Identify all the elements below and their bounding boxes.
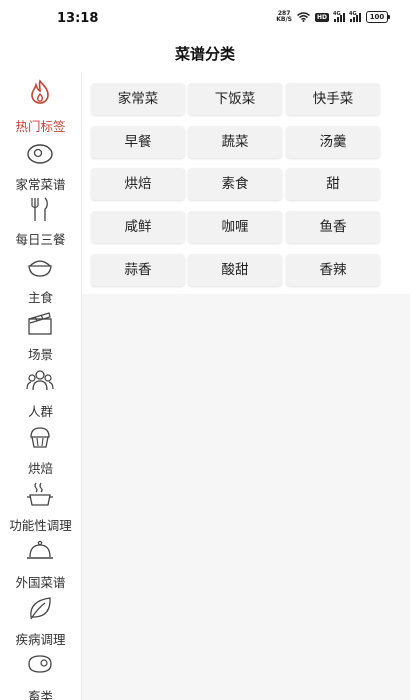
- tag-button[interactable]: 香辣: [286, 254, 380, 286]
- tag-button[interactable]: 快手菜: [286, 83, 380, 115]
- sidebar-item-label: 热门标签: [15, 119, 66, 134]
- sidebar-item-scene[interactable]: 场景: [0, 305, 81, 362]
- wifi-icon: [297, 12, 310, 22]
- sidebar-item-label: 每日三餐: [15, 232, 66, 247]
- tag-button[interactable]: 酸甜: [188, 254, 282, 286]
- page-title: 菜谱分类: [174, 45, 235, 63]
- status-bar: 13:18 287 KB/S HD 4G 4G 100: [0, 0, 410, 36]
- category-sidebar[interactable]: 热门标签 家常菜谱 每日三餐 主食 场景 人群 烘焙 功能性调理 外国菜谱 疾病…: [0, 72, 82, 700]
- tag-panel: 家常菜 下饭菜 快手菜 早餐 蔬菜 汤羹 烘焙 素食 甜 咸鲜 咖喱 鱼香 蒜香…: [82, 72, 410, 294]
- sidebar-item-label: 畜类: [27, 689, 53, 700]
- flame-icon: [26, 78, 54, 106]
- tag-button[interactable]: 烘焙: [91, 168, 185, 200]
- status-icons: 287 KB/S HD 4G 4G 100: [276, 10, 390, 23]
- status-time: 13:18: [57, 11, 99, 26]
- tag-button[interactable]: 蔬菜: [188, 126, 282, 158]
- tag-button[interactable]: 咸鲜: [91, 211, 185, 243]
- tag-button[interactable]: 早餐: [91, 126, 185, 158]
- sidebar-item-staple[interactable]: 主食: [0, 248, 81, 305]
- cutlery-icon: [26, 195, 54, 223]
- rice-bowl-icon: [26, 252, 54, 280]
- signal-1-label: 4G: [333, 10, 341, 17]
- sidebar-item-label: 外国菜谱: [15, 575, 66, 590]
- signal-icon: 4G: [333, 10, 345, 22]
- sidebar-item-three-meals[interactable]: 每日三餐: [0, 191, 81, 248]
- sidebar-item-label: 功能性调理: [9, 518, 72, 533]
- tag-button[interactable]: 鱼香: [286, 211, 380, 243]
- sidebar-item-label: 人群: [27, 404, 53, 419]
- tag-content-area: 家常菜 下饭菜 快手菜 早餐 蔬菜 汤羹 烘焙 素食 甜 咸鲜 咖喱 鱼香 蒜香…: [82, 72, 410, 700]
- sidebar-item-label: 疾病调理: [15, 632, 66, 647]
- tag-button[interactable]: 蒜香: [91, 254, 185, 286]
- sidebar-item-disease[interactable]: 疾病调理: [0, 590, 81, 647]
- sidebar-item-livestock[interactable]: 畜类: [0, 647, 81, 700]
- battery-level: 100: [369, 13, 385, 21]
- clapperboard-icon: [26, 309, 54, 337]
- signal-icon-2: 4G: [349, 10, 361, 22]
- sidebar-item-label: 主食: [27, 290, 53, 305]
- sidebar-item-foreign[interactable]: 外国菜谱: [0, 533, 81, 590]
- sidebar-item-label: 烘焙: [27, 461, 53, 476]
- battery-icon: 100: [366, 11, 390, 23]
- hd-badge: HD: [314, 12, 329, 22]
- sidebar-item-people[interactable]: 人群: [0, 362, 81, 419]
- sidebar-item-label: 场景: [27, 347, 53, 362]
- leaf-icon: [26, 594, 54, 622]
- tag-button[interactable]: 汤羹: [286, 126, 380, 158]
- steaming-pot-icon: [26, 480, 54, 508]
- tag-button[interactable]: 甜: [286, 168, 380, 200]
- sidebar-item-baking[interactable]: 烘焙: [0, 419, 81, 476]
- sidebar-item-home-recipes[interactable]: 家常菜谱: [0, 134, 81, 192]
- tag-button[interactable]: 素食: [188, 168, 282, 200]
- egg-plate-icon: [26, 139, 54, 167]
- people-icon: [26, 366, 54, 394]
- tag-button[interactable]: 下饭菜: [188, 83, 282, 115]
- tag-button[interactable]: 家常菜: [91, 83, 185, 115]
- steak-icon: [26, 651, 54, 679]
- tag-button[interactable]: 咖喱: [188, 211, 282, 243]
- sidebar-item-functional[interactable]: 功能性调理: [0, 476, 81, 533]
- signal-2-label: 4G: [349, 10, 357, 17]
- cloche-icon: [26, 537, 54, 565]
- title-bar: 菜谱分类: [0, 36, 410, 72]
- sidebar-item-hot-tags[interactable]: 热门标签: [0, 72, 81, 134]
- network-speed-unit: KB/S: [276, 16, 292, 23]
- network-speed: 287 KB/S: [276, 11, 292, 23]
- muffin-icon: [26, 423, 54, 451]
